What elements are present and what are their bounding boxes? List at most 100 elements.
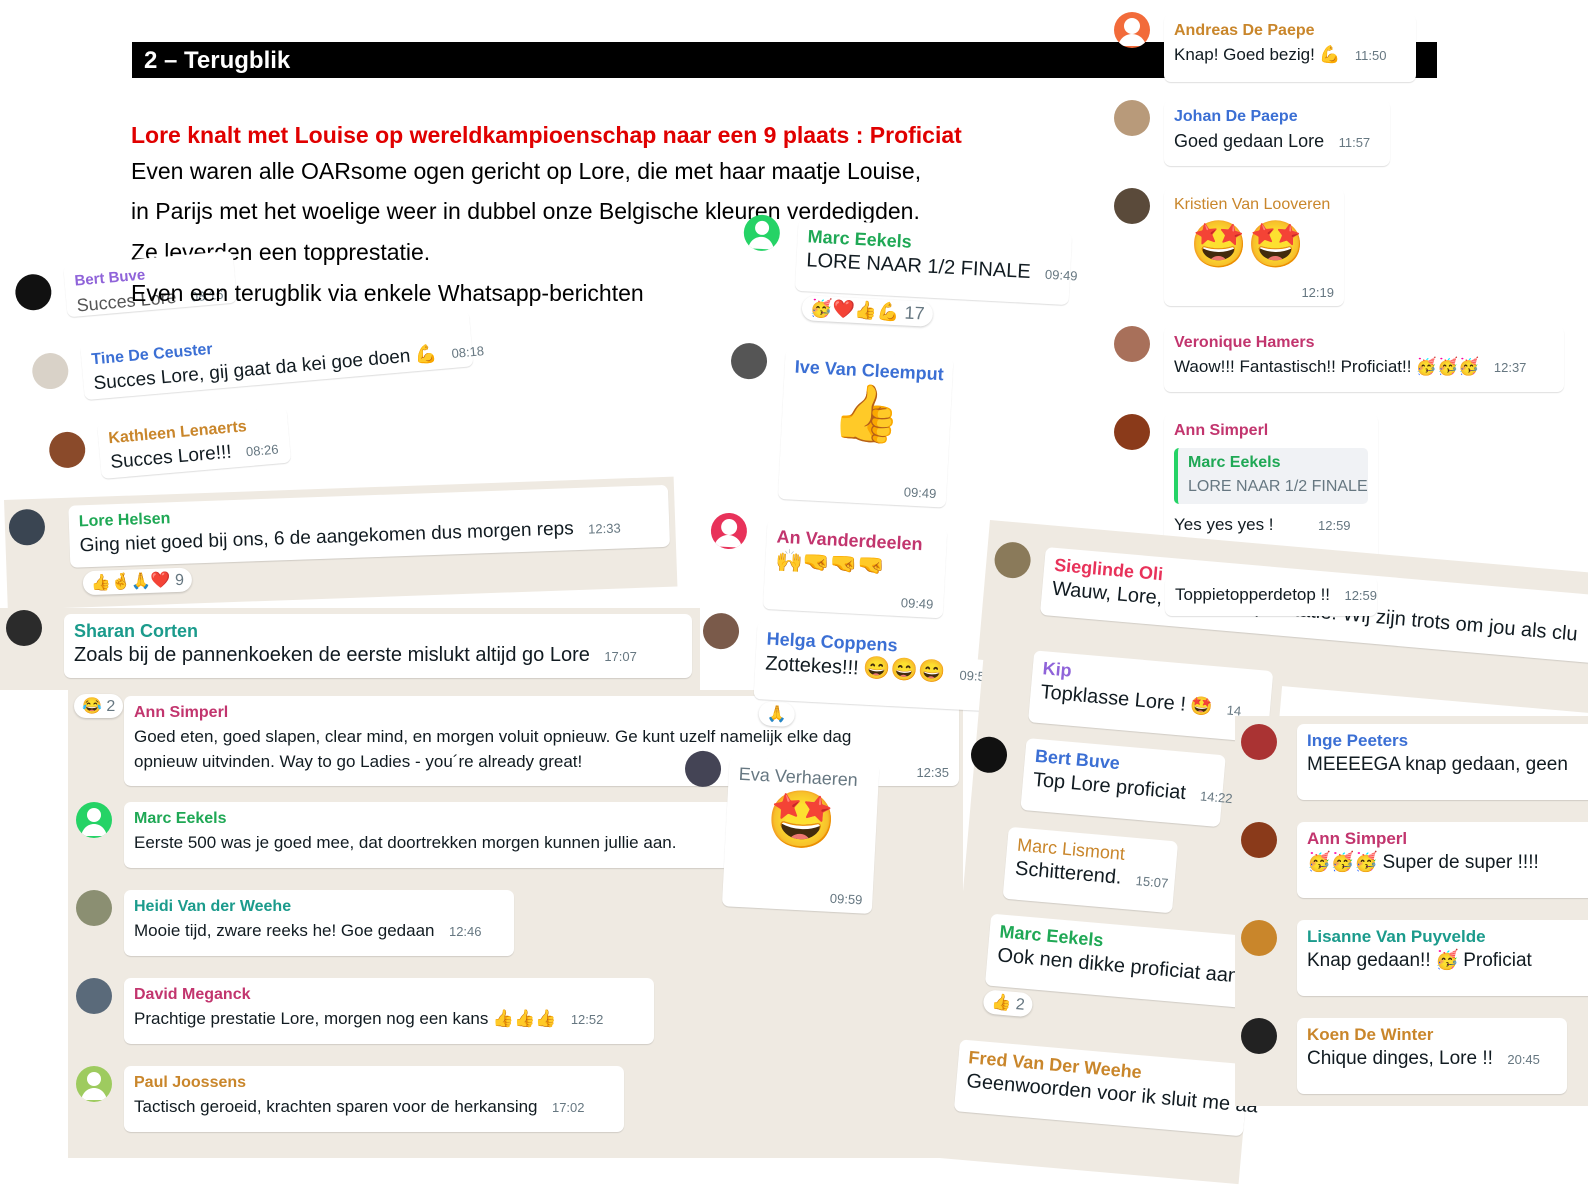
message-bubble: Johan De Paepe Goed gedaan Lore 11:57 — [1164, 100, 1390, 166]
avatar — [30, 351, 70, 391]
message-time: 12:59 — [1344, 588, 1378, 603]
partying-face-icon: 🥳 — [1435, 950, 1459, 971]
praying-hands-icon: 🙏 — [766, 705, 788, 724]
screenshot-left-top: Bert Buve Succes Lore 08:16 Tine De Ceus… — [0, 194, 719, 504]
message-bubble: David Meganck Prachtige prestatie Lore, … — [124, 978, 654, 1044]
reactions-bar[interactable]: 🥳❤️👍💪 17 — [801, 295, 934, 327]
screenshot-right-bottom: Inge Peeters MEEEEGA knap gedaan, geen A… — [1235, 716, 1588, 1106]
screenshot-ive: Ive Van Cleemput 👍 09:49 — [719, 342, 958, 534]
section-title: 2 – Terugblik — [144, 47, 291, 74]
message-text: Eerste 500 was je goed mee, dat doortrek… — [134, 833, 677, 852]
message-bubble: Andreas De Paepe Knap! Goed bezig! 💪 11:… — [1164, 14, 1416, 82]
message-bubble: Kristien Van Looveren 🤩🤩 12:19 — [1164, 188, 1344, 306]
message-time: 08:26 — [245, 441, 280, 460]
message-sender: Inge Peeters — [1307, 731, 1409, 750]
avatar — [76, 1066, 112, 1102]
screenshot-right-tilted: Kip Topklasse Lore ! 🤩 14 Bert Buve Top … — [939, 640, 1284, 1185]
message-text: Chique dinges, Lore !! — [1307, 1048, 1493, 1069]
avatar — [730, 342, 768, 381]
article-line-4: Even een terugblik via enkele Whatsapp-b… — [131, 280, 644, 306]
message-sender: David Meganck — [134, 986, 251, 1003]
article-headline: Lore knalt met Louise op wereldkampioens… — [131, 122, 962, 148]
message-text: Goed gedaan Lore — [1174, 131, 1325, 151]
message-time: 08:18 — [450, 343, 485, 361]
message-time: 15:07 — [1135, 873, 1169, 891]
thumbs-up-icon: 👍👍👍 — [492, 1009, 557, 1028]
message-bubble: Heidi Van der Weehe Mooie tijd, zware re… — [124, 890, 514, 956]
message-time: 12:19 — [1301, 285, 1334, 300]
message-bubble: Sharan Corten Zoals bij de pannenkoeken … — [64, 614, 692, 678]
avatar — [710, 512, 748, 550]
message-bubble: Ive Van Cleemput 👍 09:49 — [777, 349, 954, 508]
reaction-emojis-icon: 👍🤞🙏❤️ — [90, 572, 171, 593]
message-sender: Ann Simperl — [1174, 422, 1269, 439]
quoted-sender: Marc Eekels — [1188, 454, 1281, 471]
laughing-icon: 😂 — [82, 698, 102, 715]
message-bubble: Paul Joossens Tactisch geroeid, krachten… — [124, 1066, 624, 1132]
avatar — [1241, 724, 1277, 760]
message-text: MEEEEGA knap gedaan, geen — [1307, 754, 1568, 775]
avatar — [1114, 188, 1150, 224]
message-text: Yes yes yes ! — [1174, 515, 1274, 534]
message-text: Super de super !!!! — [1382, 852, 1539, 873]
avatar — [684, 750, 722, 788]
message-sender: Veronique Hamers — [1174, 334, 1315, 351]
message-text: opnieuw uitvinden. Way to go Ladies - yo… — [134, 752, 583, 771]
message-text: Goed eten, goed slapen, clear mind, en m… — [134, 727, 852, 746]
message-bubble: Inge Peeters MEEEEGA knap gedaan, geen — [1297, 724, 1588, 800]
reactions-bar[interactable]: 🙏 — [758, 701, 796, 728]
quoted-text: LORE NAAR 1/2 FINALE — [1188, 478, 1368, 495]
message-sender: Sharan Corten — [74, 621, 199, 641]
message-bubble: Lisanne Van Puyvelde Knap gedaan!! 🥳 Pro… — [1297, 920, 1588, 996]
message-bubble: An Vanderdeelen 🙌🤜🤜🤜 09:49 — [762, 519, 948, 619]
message-text: Knap gedaan!! — [1307, 950, 1431, 971]
message-sender: Heidi Van der Weehe — [134, 898, 292, 915]
avatar — [1241, 920, 1277, 956]
message-bubble: Ann Simperl 🥳🥳🥳 Super de super !!!! — [1297, 822, 1588, 898]
star-struck-icon: 🤩 — [765, 786, 838, 853]
message-text: Zottekes!!! — [764, 652, 860, 680]
avatar — [76, 978, 112, 1014]
article-line-1: Even waren alle OARsome ogen gericht op … — [131, 158, 922, 184]
screenshot-lore: Lore Helsen Ging niet goed bij ons, 6 de… — [4, 476, 678, 610]
message-bubble: Koen De Winter Chique dinges, Lore !! 20… — [1297, 1018, 1567, 1094]
message-time: 12:59 — [1318, 518, 1351, 533]
message-time: 12:46 — [448, 924, 482, 939]
avatar — [1241, 822, 1277, 858]
message-time: 09:49 — [1044, 266, 1078, 284]
reaction-count: 2 — [106, 698, 116, 715]
message-text: Mooie tijd, zware reeks he! Goe gedaan — [134, 921, 435, 940]
message-sender: Lisanne Van Puyvelde — [1307, 927, 1486, 946]
message-time: 09:49 — [903, 484, 937, 502]
message-text: Waow!!! Fantastisch!! Proficiat!! — [1174, 357, 1412, 376]
message-time: 12:33 — [587, 520, 621, 537]
avatar — [1241, 1018, 1277, 1054]
avatar — [13, 272, 53, 312]
message-text: Prachtige prestatie Lore, morgen nog een… — [134, 1009, 489, 1028]
screenshot-marc-semifinal: Marc Eekels LORE NAAR 1/2 FINALE 09:49 🥳… — [738, 210, 1078, 357]
reactions-bar[interactable]: 👍🤞🙏❤️ 9 — [82, 567, 193, 596]
message-bubble: Tine De Ceuster Succes Lore, gij gaat da… — [80, 310, 485, 401]
grinning-face-icon: 😄😄😄 — [862, 654, 946, 684]
message-sender: Ann Simperl — [1307, 829, 1408, 848]
avatar — [76, 802, 112, 838]
message-bubble: Toppietopperdetop !! 12:59 — [1165, 576, 1377, 616]
screenshot-eva: Eva Verhaeren 🤩 09:59 — [677, 750, 886, 930]
avatar — [742, 213, 781, 252]
message-time: 09:49 — [900, 595, 934, 612]
message-time: 20:45 — [1507, 1052, 1540, 1067]
message-time: 12:52 — [570, 1012, 604, 1027]
flexed-biceps-icon: 💪 — [1319, 45, 1341, 64]
message-bubble: Eva Verhaeren 🤩 09:59 — [721, 756, 880, 914]
avatar — [47, 430, 87, 470]
message-time: 09:59 — [829, 890, 863, 908]
thumbs-up-icon: 👍 — [830, 379, 903, 447]
quoted-message[interactable]: Marc Eekels LORE NAAR 1/2 FINALE — [1174, 448, 1368, 504]
message-text: Zoals bij de pannenkoeken de eerste misl… — [74, 644, 590, 666]
reactions-bar[interactable]: 😂 2 — [74, 694, 124, 718]
reactions-bar[interactable]: 👍 2 — [982, 989, 1034, 1018]
message-sender: Andreas De Paepe — [1174, 22, 1315, 39]
message-time: 11:57 — [1338, 135, 1371, 150]
reaction-emojis-icon: 🥳❤️👍💪 — [809, 297, 901, 323]
message-time: 14:22 — [1199, 788, 1234, 807]
